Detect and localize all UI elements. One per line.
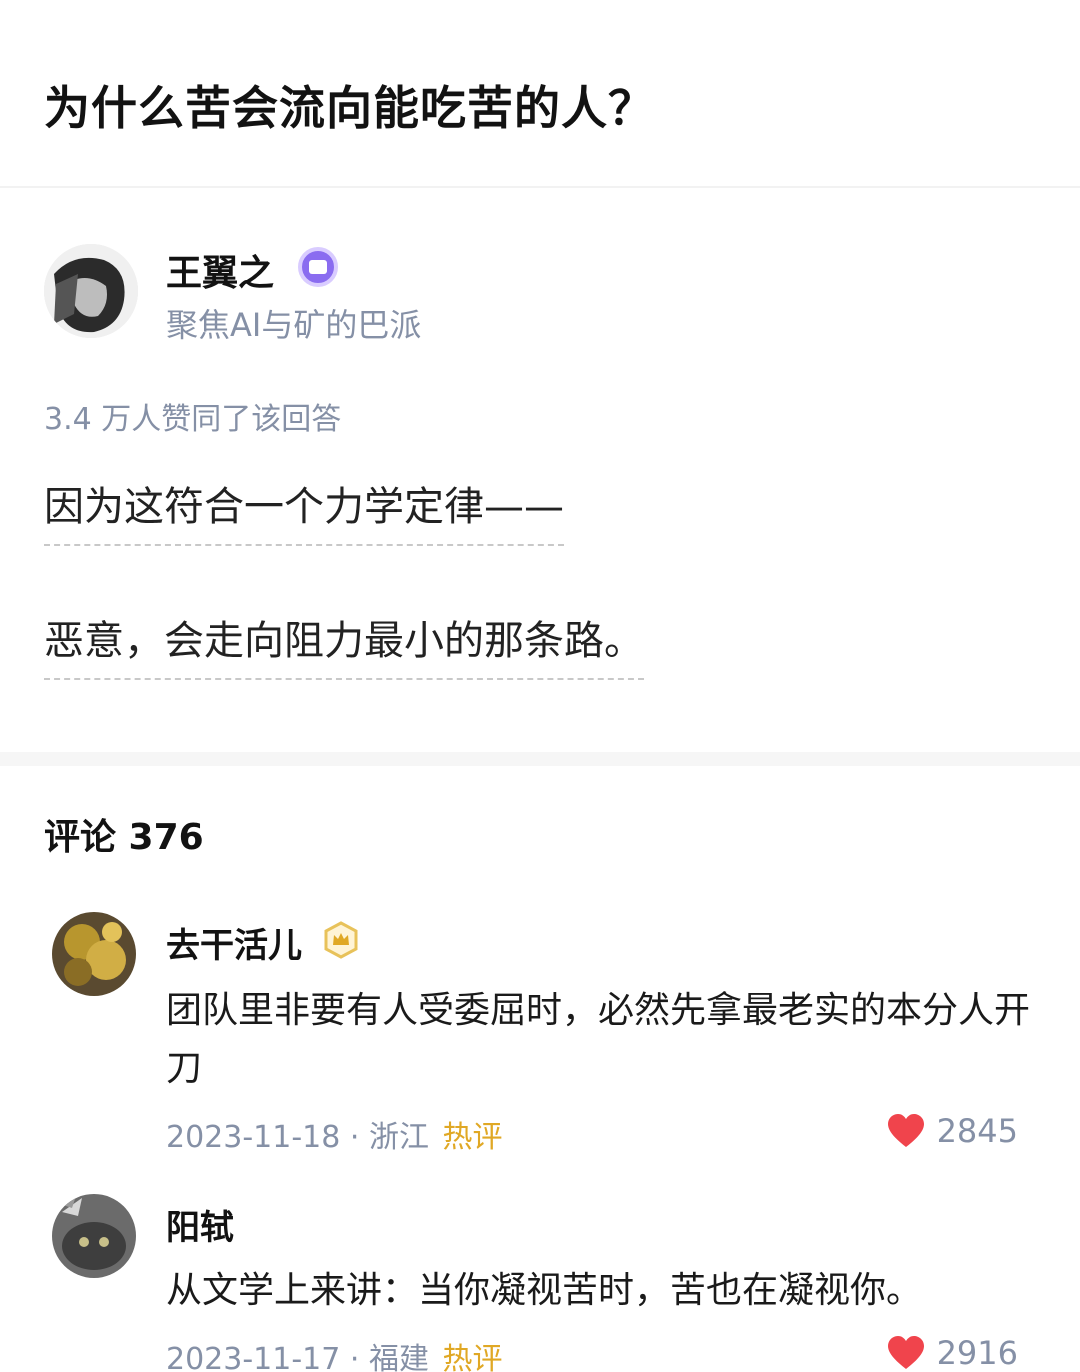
author-name[interactable]: 王翼之	[166, 244, 274, 296]
like-button[interactable]: 2845	[887, 1112, 1018, 1150]
comment-meta: 2023-11-17 · 福建 热评	[166, 1334, 503, 1372]
upvote-count: 3.4 万人赞同了该回答	[44, 402, 342, 437]
question-title: 为什么苦会流向能吃苦的人？	[44, 81, 655, 135]
author-avatar[interactable]	[44, 244, 138, 338]
comment-location: 浙江	[369, 1120, 429, 1155]
comment-text: 从文学上来讲：当你凝视苦时，苦也在凝视你。	[166, 1270, 923, 1311]
like-button[interactable]: 2916	[887, 1334, 1018, 1372]
comment-location: 福建	[369, 1342, 429, 1372]
comments-header: 评论 376	[44, 817, 204, 858]
comment-text: 团队里非要有人受委屈时，必然先拿最老实的本分人开刀	[166, 990, 1031, 1089]
comment-meta: 2023-11-18 · 浙江 热评	[166, 1112, 503, 1156]
comment-date: 2023-11-18	[166, 1120, 341, 1155]
comment-date: 2023-11-17	[166, 1342, 341, 1372]
comment-author-name[interactable]: 去干活儿	[166, 918, 302, 967]
comment-avatar[interactable]	[52, 1194, 136, 1278]
heart-icon	[887, 1336, 924, 1369]
like-count: 2916	[936, 1334, 1018, 1372]
comment-avatar[interactable]	[52, 912, 136, 996]
divider	[0, 186, 1080, 188]
hot-comment-tag: 热评	[442, 1120, 503, 1155]
verified-icon	[298, 247, 338, 287]
section-divider	[0, 752, 1080, 766]
answer-line-2: 恶意，会走向阻力最小的那条路。	[44, 608, 644, 680]
like-count: 2845	[936, 1112, 1018, 1150]
author-bio: 聚焦AI与矿的巴派	[166, 306, 422, 344]
heart-icon	[887, 1114, 924, 1147]
crown-badge-icon	[324, 921, 358, 959]
hot-comment-tag: 热评	[442, 1342, 503, 1372]
meta-separator: ·	[349, 1120, 360, 1155]
comment-author-name[interactable]: 阳轼	[166, 1200, 234, 1249]
meta-separator: ·	[349, 1342, 360, 1372]
answer-line-1: 因为这符合一个力学定律——	[44, 474, 564, 546]
